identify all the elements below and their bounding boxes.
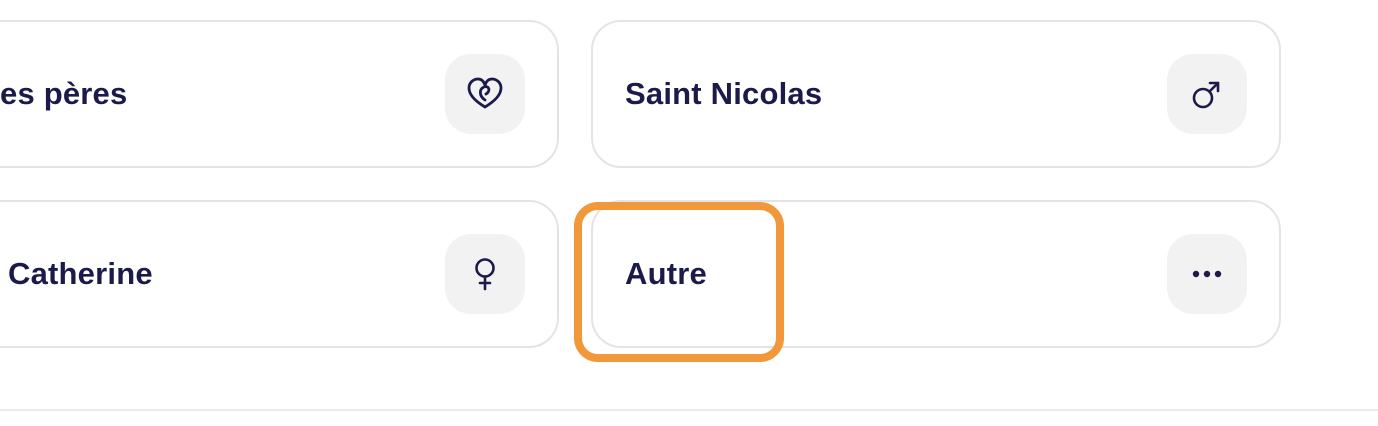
option-card-saint-nicolas[interactable]: Saint Nicolas bbox=[591, 20, 1281, 168]
option-label: Saint Nicolas bbox=[625, 76, 823, 111]
female-symbol-icon bbox=[475, 258, 495, 291]
option-icon-box bbox=[445, 234, 525, 314]
option-icon-box bbox=[1167, 234, 1247, 314]
occasion-picker: es pères Saint Nicolas Catherine Autre bbox=[0, 0, 1378, 426]
option-label: Autre bbox=[625, 256, 707, 291]
option-icon-box bbox=[1167, 54, 1247, 134]
option-label: es pères bbox=[0, 76, 128, 111]
option-card-sainte-catherine[interactable]: Catherine bbox=[0, 200, 559, 348]
option-card-autre[interactable]: Autre bbox=[591, 200, 1281, 348]
ellipsis-icon bbox=[1192, 270, 1222, 278]
option-label: Catherine bbox=[8, 256, 153, 291]
heart-loop-icon bbox=[467, 77, 503, 109]
option-card-fete-des-peres[interactable]: es pères bbox=[0, 20, 559, 168]
male-symbol-icon bbox=[1192, 81, 1220, 109]
divider bbox=[0, 409, 1378, 411]
option-icon-box bbox=[445, 54, 525, 134]
